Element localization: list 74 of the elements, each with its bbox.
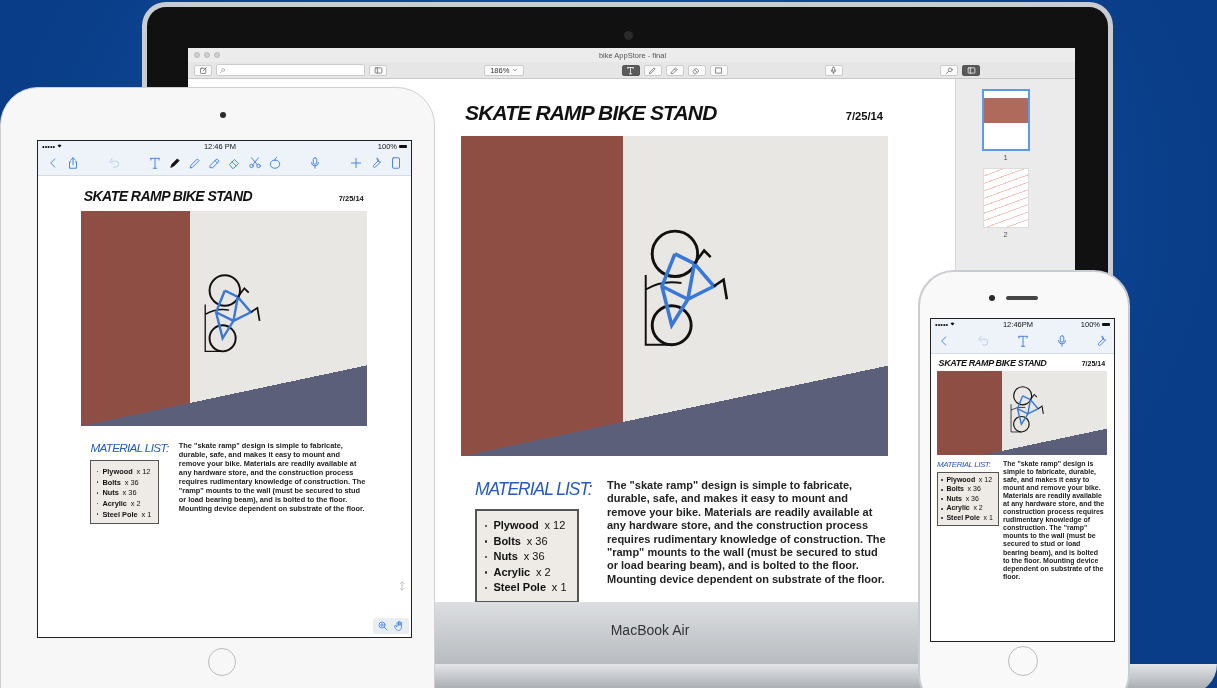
brand-label: MacBook Air (609, 622, 690, 640)
sidebar-icon (966, 65, 976, 75)
material-item: Acrylic x 2 (485, 565, 551, 579)
hand-icon (393, 620, 405, 632)
pen-button[interactable] (643, 64, 662, 76)
undo-icon (976, 334, 991, 348)
pan-button[interactable] (393, 620, 405, 632)
highlighter-button[interactable] (207, 156, 222, 170)
battery-icon (399, 144, 407, 148)
scissors-button[interactable] (247, 156, 262, 170)
speaker-grille (1006, 296, 1038, 300)
search-field[interactable] (216, 64, 365, 76)
selection-icon (714, 65, 723, 75)
plus-icon (349, 156, 363, 170)
pen-icon (648, 65, 657, 75)
zoom-in-icon (377, 620, 389, 632)
highlighter-button[interactable] (665, 64, 684, 76)
document-date: 7/25/14 (845, 110, 883, 122)
material-list-heading: MATERIAL LIST: (475, 479, 593, 500)
zoom-button[interactable] (377, 620, 389, 632)
text-tool-button[interactable] (1015, 334, 1030, 348)
bike-drawing (1010, 386, 1044, 433)
microphone-icon (829, 65, 839, 75)
edit-icon (198, 65, 208, 75)
marker-icon (167, 156, 182, 170)
document-title: SKATE RAMP BIKE STAND (938, 358, 1047, 368)
search-button[interactable] (940, 64, 958, 76)
marker-button[interactable] (167, 156, 182, 170)
search-icon (944, 65, 954, 75)
text-tool-button[interactable] (147, 156, 162, 170)
share-button[interactable] (66, 156, 80, 170)
selection-button[interactable] (709, 64, 728, 76)
undo-icon (106, 156, 121, 170)
page-button[interactable] (389, 156, 403, 170)
share-icon (66, 156, 80, 170)
sidebar-button[interactable] (962, 64, 980, 76)
caret-icon (512, 67, 519, 73)
add-button[interactable] (349, 156, 363, 170)
eraser-icon (227, 156, 242, 170)
scissors-icon (247, 156, 262, 170)
document-title: SKATE RAMP BIKE STAND (83, 188, 253, 204)
material-item: Plywood x 12 (485, 519, 566, 533)
loop-icon (267, 156, 282, 170)
edit-button[interactable] (194, 64, 212, 76)
microphone-button[interactable] (824, 64, 843, 76)
text-tool-icon (626, 65, 635, 75)
eraser-button[interactable] (687, 64, 706, 76)
pen-icon (187, 156, 202, 170)
pen-button[interactable] (187, 156, 202, 170)
text-tool-button[interactable] (621, 64, 640, 76)
loop-tool-button[interactable] (267, 156, 282, 170)
camera-lens (624, 31, 633, 40)
document-title: SKATE RAMP BIKE STAND (465, 101, 717, 125)
material-list-heading: MATERIAL LIST: (90, 441, 170, 455)
search-icon (219, 66, 226, 74)
camera-lens (989, 295, 995, 301)
description-text: The "skate ramp" design is simple to fabricate, durable, safe, and makes it easy to mount and remove your bike. Materials are readily available at any hardware store, and the construction process requires rudimentary knowledge of construction. The "ramp" mounts to the wall (must be secured to stud or load bearing beam), and is bolted to the floor. Mounting device dependent on substrate of the floor. (607, 479, 887, 587)
material-item: Bolts x 36 (485, 534, 548, 548)
sidebar-icon (373, 65, 383, 75)
battery-icon (1102, 322, 1110, 326)
page-thumbnail[interactable] (981, 89, 1030, 151)
eraser-icon (692, 65, 701, 75)
material-item: Nuts x 36 (485, 550, 545, 564)
wifi-icon (950, 322, 956, 326)
camera-lens (220, 112, 226, 118)
material-item: Steel Pole x 1 (485, 581, 567, 595)
highlighter-icon (207, 156, 222, 170)
text-tool-icon (1015, 334, 1030, 348)
material-list-heading: MATERIAL LIST: (937, 460, 992, 469)
eraser-button[interactable] (227, 156, 242, 170)
text-tool-icon (147, 156, 162, 170)
highlighter-icon (670, 65, 679, 75)
wifi-icon (57, 144, 63, 148)
page-icon (389, 156, 403, 170)
